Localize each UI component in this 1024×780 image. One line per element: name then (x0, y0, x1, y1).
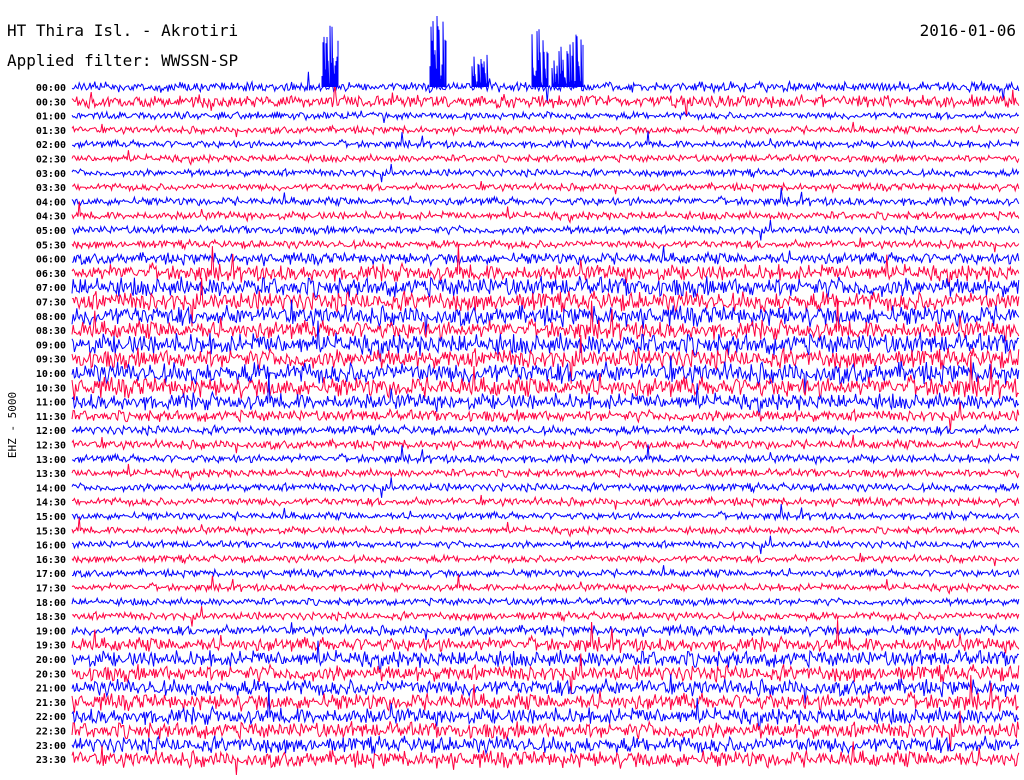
row-label: 08:00 (36, 312, 66, 323)
row-label: 04:00 (36, 197, 66, 208)
row-label: 13:00 (36, 455, 66, 466)
trace-row-0530 (71, 237, 1020, 253)
y-axis-label: EHZ - 5000 (6, 392, 19, 458)
trace-row-1630 (71, 552, 1020, 567)
event-spike (551, 46, 569, 89)
row-label: 12:30 (36, 441, 66, 452)
trace-row-1500 (71, 503, 1020, 522)
trace-row-0200 (71, 131, 1020, 151)
trace-row-0430 (71, 201, 1020, 224)
trace-row-2300 (71, 735, 1020, 756)
trace-row-0230 (71, 150, 1020, 166)
row-label: 20:00 (36, 655, 66, 666)
row-label: 23:30 (36, 755, 66, 766)
event-spike (321, 25, 339, 88)
trace-row-0330 (72, 181, 1020, 195)
row-label: 10:30 (36, 383, 66, 394)
trace-row-1900 (71, 622, 1020, 640)
event-spike (531, 29, 549, 89)
row-label: 14:30 (36, 498, 66, 509)
row-label: 21:00 (36, 684, 66, 695)
row-label: 07:30 (36, 298, 66, 309)
row-label: 10:00 (36, 369, 66, 380)
row-label: 00:00 (36, 83, 66, 94)
row-label: 17:00 (36, 569, 66, 580)
trace-row-0600 (71, 246, 1020, 268)
event-spike (566, 34, 584, 88)
row-label: 16:00 (36, 541, 66, 552)
trace-row-1800 (71, 596, 1020, 608)
event-spike (429, 15, 447, 89)
row-label: 07:00 (36, 283, 66, 294)
row-label: 21:30 (36, 698, 66, 709)
row-label: 00:30 (36, 97, 66, 108)
row-label: 05:30 (36, 240, 66, 251)
row-label: 19:00 (36, 626, 66, 637)
seismogram-plot: 00:00 00:30 01:00 01:30 02:00 02:30 03:00 03:30… (6, 15, 1020, 776)
trace-row-1400 (71, 477, 1020, 498)
event-spike (471, 54, 489, 88)
trace-row-0700 (71, 276, 1020, 298)
trace-row-1430 (71, 494, 1020, 510)
row-label: 02:00 (36, 140, 66, 151)
trace-row-1200 (71, 423, 1020, 437)
row-label: 02:30 (36, 155, 66, 166)
row-label: 11:30 (36, 412, 66, 423)
trace-row-2200 (71, 687, 1020, 730)
row-label: 06:30 (36, 269, 66, 280)
row-label: 15:30 (36, 526, 66, 537)
row-label: 09:30 (36, 355, 66, 366)
row-label: 04:30 (36, 212, 66, 223)
row-label: 11:00 (36, 398, 66, 409)
trace-row-1700 (71, 565, 1020, 580)
row-label: 03:00 (36, 169, 66, 180)
trace-row-1930 (71, 620, 1020, 654)
row-label: 12:00 (36, 426, 66, 437)
row-label: 08:30 (36, 326, 66, 337)
row-label: 19:30 (36, 641, 66, 652)
trace-row-1330 (71, 463, 1020, 482)
trace-row-0130 (71, 121, 1020, 138)
row-label: 05:00 (36, 226, 66, 237)
trace-row-0500 (71, 220, 1020, 241)
trace-row-1230 (71, 434, 1020, 454)
row-label: 18:00 (36, 598, 66, 609)
trace-row-1730 (71, 574, 1020, 595)
row-label: 17:30 (36, 584, 66, 595)
row-label: 20:30 (36, 669, 66, 680)
row-label: 14:00 (36, 483, 66, 494)
trace-row-2130 (71, 675, 1019, 713)
row-label: 13:30 (36, 469, 66, 480)
row-label: 22:00 (36, 712, 66, 723)
row-label: 23:00 (36, 741, 66, 752)
row-label: 16:30 (36, 555, 66, 566)
row-label: 15:00 (36, 512, 66, 523)
row-label: 22:30 (36, 727, 66, 738)
row-label: 03:30 (36, 183, 66, 194)
trace-row-0100 (71, 109, 1020, 123)
row-label: 01:00 (36, 112, 66, 123)
row-label: 18:30 (36, 612, 66, 623)
trace-row-1830 (71, 606, 1020, 627)
trace-row-1600 (71, 535, 1020, 555)
row-label: 09:00 (36, 340, 66, 351)
trace-row-0300 (71, 163, 1020, 183)
row-label: 06:00 (36, 255, 66, 266)
row-label: 01:30 (36, 126, 66, 137)
helicorder-view: HT Thira Isl. - Akrotiri 2016-01-06 Appl… (0, 0, 1024, 780)
trace-row-0400 (71, 187, 1020, 208)
trace-row-1530 (71, 517, 1020, 538)
trace-row-0630 (71, 244, 1020, 287)
